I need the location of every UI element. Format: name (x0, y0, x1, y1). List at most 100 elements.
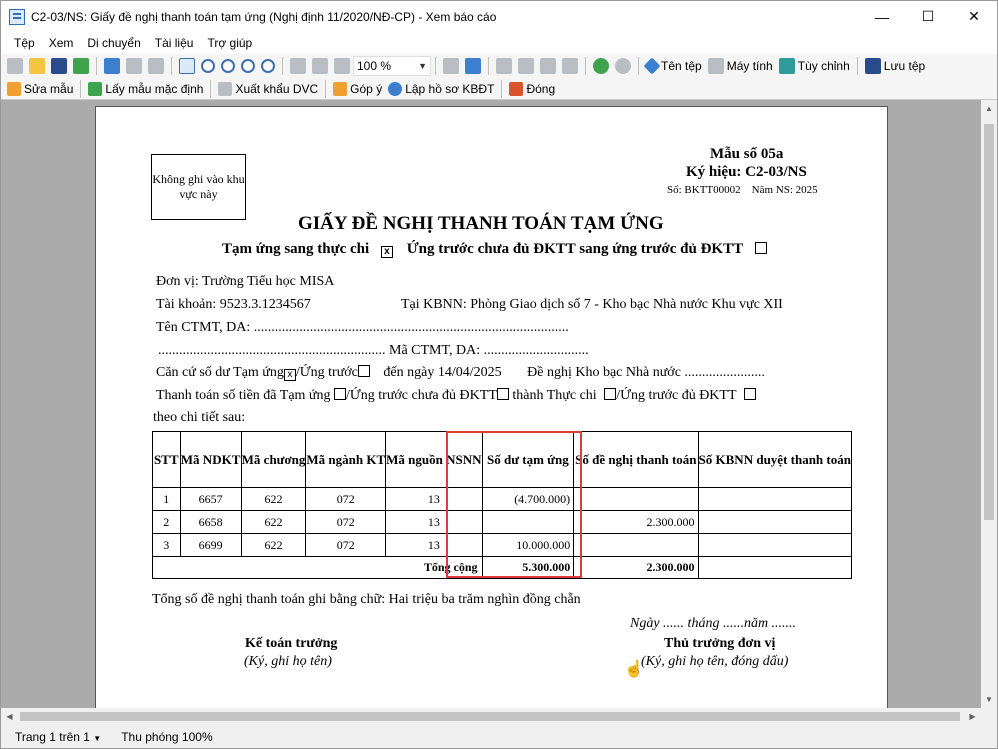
horizontal-scroll-thumb[interactable] (20, 712, 960, 721)
scroll-up-icon[interactable]: ▲ (981, 100, 997, 117)
next-page-icon[interactable] (540, 58, 556, 74)
customize-button[interactable]: Tùy chỉnh (776, 56, 853, 76)
floppy-icon (864, 58, 881, 74)
detail-table-wrap: STT Mã NDKT Mã chương Mã ngành KT Mã ngu… (152, 431, 853, 579)
date-line: Ngày ...... tháng ......năm ....... (630, 616, 797, 631)
menu-document[interactable]: Tài liệu (148, 32, 201, 54)
cell-sector: 072 (305, 487, 387, 511)
kbdt-file-button[interactable]: Lập hồ sơ KBĐT (385, 79, 497, 99)
back-icon[interactable] (593, 58, 609, 74)
edit-template-button[interactable]: Sửa mẫu (4, 79, 76, 99)
cell-stt: 2 (152, 510, 181, 534)
unit-head-title: Thủ trưởng đơn vị (664, 636, 776, 651)
cell-balance: (4.700.000) (481, 487, 575, 511)
maximize-button[interactable]: ☐ (905, 1, 951, 32)
header-balance: Số dư tạm ứng (481, 431, 575, 488)
subtitle-right-checkbox[interactable] (754, 242, 767, 254)
unit-head-note: (Ký, ghi họ tên, đóng dấu) (641, 654, 789, 669)
zoom-icon[interactable] (201, 59, 215, 73)
cell-request (573, 533, 699, 557)
find-icon[interactable] (126, 58, 142, 74)
app-icon (9, 8, 25, 25)
calculator-button[interactable]: Máy tính (705, 56, 776, 76)
payment-full-checkbox[interactable] (743, 388, 756, 400)
payment-prepay-checkbox[interactable] (496, 388, 509, 400)
close-report-label: Đóng (526, 81, 556, 96)
scroll-left-icon[interactable]: ◀ (1, 708, 18, 725)
default-template-button[interactable]: Lấy mẫu mặc định (85, 79, 206, 99)
undo-icon (88, 81, 103, 96)
save-file-button[interactable]: Lưu tệp (862, 56, 928, 76)
power-icon (509, 81, 524, 96)
actual-size-icon[interactable] (334, 58, 350, 74)
scroll-right-icon[interactable]: ▶ (964, 708, 981, 725)
export-icon[interactable] (73, 58, 89, 74)
total-in-words: Tổng số đề nghị thanh toán ghi bằng chữ:… (152, 592, 581, 607)
kbnn-line: Tại KBNN: Phòng Giao dịch số 7 - Kho bạc… (401, 297, 783, 312)
menu-bar: Tệp Xem Di chuyển Tài liệu Trợ giúp (1, 32, 997, 54)
last-page-icon[interactable] (562, 58, 578, 74)
horizontal-scrollbar[interactable]: ◀ ▶ (1, 708, 981, 725)
save-icon[interactable] (51, 58, 67, 74)
single-page-icon[interactable] (443, 58, 459, 74)
fit-page-icon[interactable] (312, 58, 328, 74)
menu-view[interactable]: Xem (42, 32, 81, 54)
zoom-page-icon[interactable] (261, 59, 275, 73)
close-window-button[interactable]: ✕ (951, 1, 997, 32)
menu-navigate[interactable]: Di chuyển (80, 32, 147, 54)
total-label: Tổng cộng (152, 556, 483, 579)
toolbar-separator (501, 79, 503, 98)
unit-line: Đơn vị: Trường Tiểu học MISA (156, 274, 335, 289)
file-name-button[interactable]: Tên tệp (643, 56, 705, 76)
forward-icon[interactable] (615, 58, 631, 74)
previous-page-icon[interactable] (518, 58, 534, 74)
scroll-down-icon[interactable]: ▼ (981, 691, 997, 708)
search-doc-icon[interactable] (148, 58, 164, 74)
basis-prepay-checkbox[interactable] (357, 365, 370, 377)
export-dvc-button[interactable]: Xuất khẩu DVC (215, 79, 321, 99)
toolbar-separator (488, 57, 489, 75)
subtitle-row: Tạm ứng sang thực chi x Ứng trước chưa đ… (222, 241, 767, 258)
zoom-select[interactable]: 100 % ▼ (353, 56, 431, 76)
zoom-in-icon[interactable] (221, 59, 235, 73)
basis-prepay-label: /Ứng trước (295, 365, 358, 380)
table-row: 2 6658 622 072 13 2.300.000 (152, 510, 853, 534)
minimize-button[interactable]: — (859, 1, 905, 32)
parameters-icon[interactable] (104, 58, 120, 74)
report-viewport[interactable]: Không ghi vào khu vực này Mẫu số 05a Ký … (1, 100, 981, 708)
page-indicator[interactable]: Trang 1 trên 1 ▼ (15, 730, 101, 744)
print-icon[interactable] (7, 58, 23, 74)
cell-sector: 072 (305, 533, 387, 557)
title-bar[interactable]: C2-03/NS: Giấy đề nghị thanh toán tạm ứn… (1, 1, 997, 32)
close-report-button[interactable]: Đóng (506, 79, 558, 99)
zoom-out-icon[interactable] (241, 59, 255, 73)
no-write-area-box: Không ghi vào khu vực này (151, 154, 246, 220)
payment-advance-checkbox[interactable] (334, 388, 347, 400)
subtitle-left: Tạm ứng sang thực chi (222, 241, 370, 257)
menu-file[interactable]: Tệp (7, 32, 42, 54)
toolbar-separator (856, 57, 858, 75)
cell-ndkt: 6699 (179, 533, 242, 557)
hand-tool-icon[interactable] (179, 58, 195, 74)
cell-source: 13 (385, 533, 483, 557)
cell-stt: 3 (152, 533, 181, 557)
cell-ndkt: 6657 (179, 487, 242, 511)
calculator-label: Máy tính (726, 59, 773, 73)
toolbar-main: 100 % ▼ Tên tệp Máy tính Tùy chỉnh Lưu tệ… (1, 54, 997, 78)
table-header-row: STT Mã NDKT Mã chương Mã ngành KT Mã ngu… (152, 431, 853, 488)
menu-help[interactable]: Trợ giúp (200, 32, 259, 54)
cell-balance: 10.000.000 (481, 533, 575, 557)
payment-actual-checkbox[interactable] (604, 388, 617, 400)
vertical-scroll-thumb[interactable] (984, 124, 994, 520)
multi-page-icon[interactable] (465, 58, 481, 74)
feedback-button[interactable]: Góp ý (330, 79, 385, 99)
fit-width-icon[interactable] (290, 58, 306, 74)
basis-advance-checkbox[interactable]: x (283, 369, 296, 381)
save-file-label: Lưu tệp (883, 59, 926, 73)
toolbar-separator (80, 79, 82, 98)
open-folder-icon[interactable] (29, 58, 45, 74)
first-page-icon[interactable] (496, 58, 512, 74)
subtitle-left-checkbox[interactable]: x (380, 246, 393, 258)
chief-accountant-note: (Ký, ghi họ tên) (244, 654, 332, 669)
vertical-scrollbar[interactable]: ▲ ▼ (981, 100, 997, 708)
